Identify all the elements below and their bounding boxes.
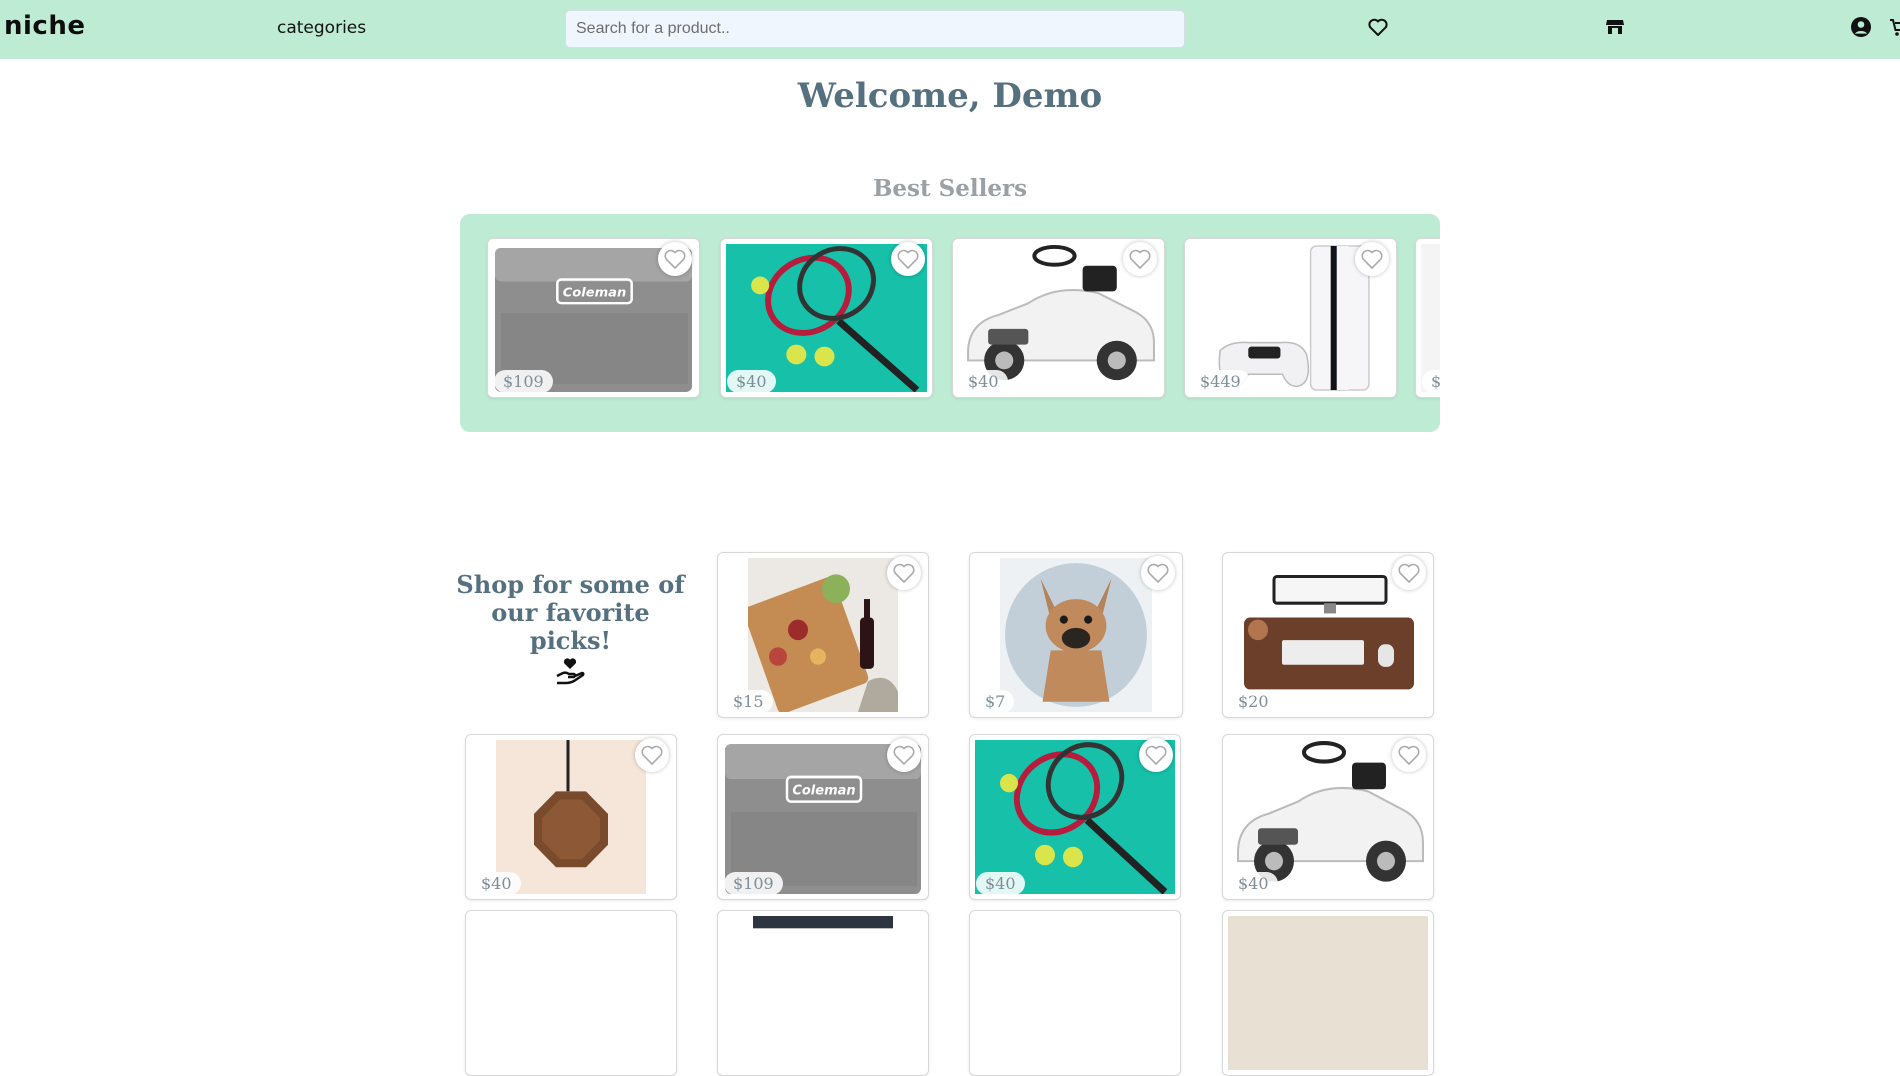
product-card-partial[interactable]: $ [1415,238,1440,398]
favorite-button[interactable] [658,242,692,276]
favorite-button[interactable] [1392,738,1426,772]
favorite-button[interactable] [887,738,921,772]
product-card[interactable] [969,910,1181,1076]
product-price: $20 [1229,690,1278,713]
user-icon[interactable] [1849,15,1873,39]
product-card[interactable] [465,910,677,1076]
favorite-button[interactable] [635,738,669,772]
product-card-wireless-charger[interactable]: $40 [465,734,677,900]
product-price: $40 [976,872,1025,895]
product-price: $40 [1229,872,1278,895]
categories-link[interactable]: categories [277,18,366,38]
search-input[interactable] [565,10,1185,48]
product-price: $40 [727,370,776,393]
product-card[interactable] [717,910,929,1076]
svg-text:Coleman: Coleman [792,783,855,798]
welcome-heading: Welcome, Demo [797,76,1103,116]
product-card-game-console[interactable]: $449 [1184,238,1397,398]
heart-icon[interactable] [1366,15,1390,39]
product-price: $109 [724,872,783,895]
product-card-cooler[interactable]: Coleman $109 [487,238,700,398]
favorite-button[interactable] [891,242,925,276]
logo[interactable]: niche [4,11,85,41]
product-card[interactable] [1222,910,1434,1076]
product-card-toy-car[interactable]: $40 [952,238,1165,398]
top-nav: niche categories [0,0,1900,59]
favorite-button[interactable] [1139,738,1173,772]
product-price: $449 [1191,370,1250,393]
best-sellers-carousel[interactable]: Coleman $109 $40 $40 $449 [460,214,1440,432]
heart-hand-icon [554,656,586,688]
product-card-tennis-racket[interactable]: $40 [969,734,1181,900]
best-sellers-heading: Best Sellers [872,175,1028,202]
product-price: $15 [724,690,773,713]
product-image[interactable] [723,916,923,1070]
product-image-dog-portrait[interactable] [1000,558,1152,712]
product-card-tennis-racket[interactable]: $40 [720,238,933,398]
product-price: $40 [959,370,1008,393]
product-card-cooler[interactable]: Coleman $109 [717,734,929,900]
product-card-desk-mat[interactable]: $20 [1222,552,1434,718]
store-icon[interactable] [1603,15,1627,39]
product-image-charcuterie-board[interactable] [748,558,898,712]
product-price: $ [1422,370,1440,393]
product-image-wireless-charger[interactable] [496,740,646,894]
product-image[interactable] [1228,916,1428,1070]
product-card-toy-car[interactable]: $40 [1222,734,1434,900]
product-card-charcuterie-board[interactable]: $15 [717,552,929,718]
favorite-button[interactable] [1355,242,1389,276]
favorites-heading: Shop for some of our favorite picks! [456,570,685,655]
product-price: $109 [494,370,553,393]
favorite-button[interactable] [1123,242,1157,276]
svg-text:Coleman: Coleman [563,285,627,300]
product-card-dog-portrait[interactable]: $7 [969,552,1183,718]
cart-icon[interactable] [1888,15,1900,39]
favorite-button[interactable] [1392,556,1426,590]
product-price: $7 [976,690,1015,713]
product-price: $40 [472,872,521,895]
favorite-button[interactable] [1141,556,1175,590]
favorite-button[interactable] [887,556,921,590]
